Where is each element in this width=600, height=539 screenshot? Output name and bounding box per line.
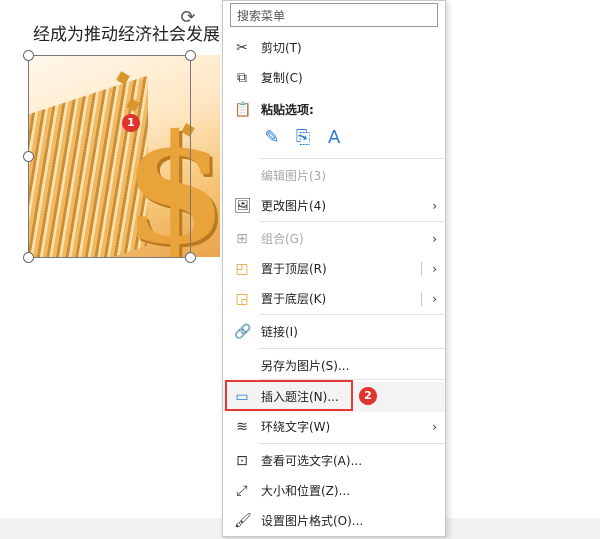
menu-item-link[interactable]: 🔗 链接(I) xyxy=(223,317,445,347)
picture-dollar-symbol: $ xyxy=(123,102,220,257)
menu-item-view-alt-text[interactable]: ⊡ 查看可选文字(A)... xyxy=(223,446,445,476)
resize-handle-bottom-left[interactable] xyxy=(23,252,34,263)
wrap-text-icon: ≋ xyxy=(236,419,248,435)
bring-to-front-icon: ◰ xyxy=(235,261,249,277)
menu-item-edit-picture: 编辑图片(3) xyxy=(261,169,326,183)
menu-separator xyxy=(259,158,445,159)
split-divider xyxy=(421,262,422,276)
paste-merge-format-icon[interactable]: ⎘ xyxy=(290,127,316,148)
format-picture-icon: 🖌 xyxy=(234,513,252,529)
highlight-box-insert-caption xyxy=(225,380,353,411)
menu-item-send-to-back[interactable]: ◲ 置于底层(K) › xyxy=(223,284,445,314)
menu-item-copy[interactable]: ⧉ 复制(C) xyxy=(223,63,445,93)
change-picture-icon: 🖼 xyxy=(234,198,252,214)
paste-options-icons: ✎ ⎘ A xyxy=(259,127,347,155)
send-to-back-icon: ◲ xyxy=(235,291,249,307)
step-badge-1: 1 xyxy=(122,114,140,132)
menu-separator xyxy=(259,314,445,315)
menu-separator xyxy=(259,221,445,222)
chevron-right-icon: › xyxy=(432,420,437,434)
scissors-icon: ✂ xyxy=(236,40,248,56)
context-menu: 搜索菜单 ✂ 剪切(T) ⧉ 复制(C) 📋 粘贴选项: ✎ ⎘ A 编辑图片(… xyxy=(222,0,446,537)
size-position-icon: ⤢ xyxy=(236,483,248,499)
resize-handle-bottom-right[interactable] xyxy=(185,252,196,263)
menu-item-paste-options: 📋 粘贴选项: xyxy=(234,102,314,118)
split-divider xyxy=(421,292,422,306)
rotate-handle-icon[interactable]: ⟳ xyxy=(178,8,198,28)
menu-separator xyxy=(259,443,445,444)
chevron-right-icon[interactable]: › xyxy=(432,291,437,307)
menu-item-format-picture[interactable]: 🖌 设置图片格式(O)... xyxy=(223,506,445,536)
copy-icon: ⧉ xyxy=(237,70,247,86)
menu-item-size-position[interactable]: ⤢ 大小和位置(Z)... xyxy=(223,476,445,506)
step-badge-2: 2 xyxy=(359,387,377,405)
menu-item-group: ⊞ 组合(G) › xyxy=(223,224,445,254)
menu-item-save-as-picture[interactable]: 另存为图片(S)... xyxy=(223,351,445,381)
chevron-right-icon: › xyxy=(432,232,437,246)
paste-text-only-icon[interactable]: A xyxy=(321,127,347,148)
alt-text-icon: ⊡ xyxy=(236,453,248,469)
link-icon: 🔗 xyxy=(234,324,252,340)
menu-separator xyxy=(259,348,445,349)
menu-item-cut[interactable]: ✂ 剪切(T) xyxy=(223,33,445,63)
group-icon: ⊞ xyxy=(236,231,248,247)
resize-handle-middle-left[interactable] xyxy=(23,151,34,162)
resize-handle-top-right[interactable] xyxy=(185,50,196,61)
resize-handle-top-left[interactable] xyxy=(23,50,34,61)
selected-picture[interactable]: $ xyxy=(28,55,220,257)
paste-keep-format-icon[interactable]: ✎ xyxy=(259,127,285,148)
clipboard-icon: 📋 xyxy=(234,102,252,118)
menu-item-wrap-text[interactable]: ≋ 环绕文字(W) › xyxy=(223,412,445,442)
menu-search-input[interactable]: 搜索菜单 xyxy=(230,3,438,27)
menu-item-bring-to-front[interactable]: ◰ 置于顶层(R) › xyxy=(223,254,445,284)
chevron-right-icon: › xyxy=(432,199,437,213)
menu-item-change-picture[interactable]: 🖼 更改图片(4) › xyxy=(223,191,445,221)
chevron-right-icon[interactable]: › xyxy=(432,261,437,277)
